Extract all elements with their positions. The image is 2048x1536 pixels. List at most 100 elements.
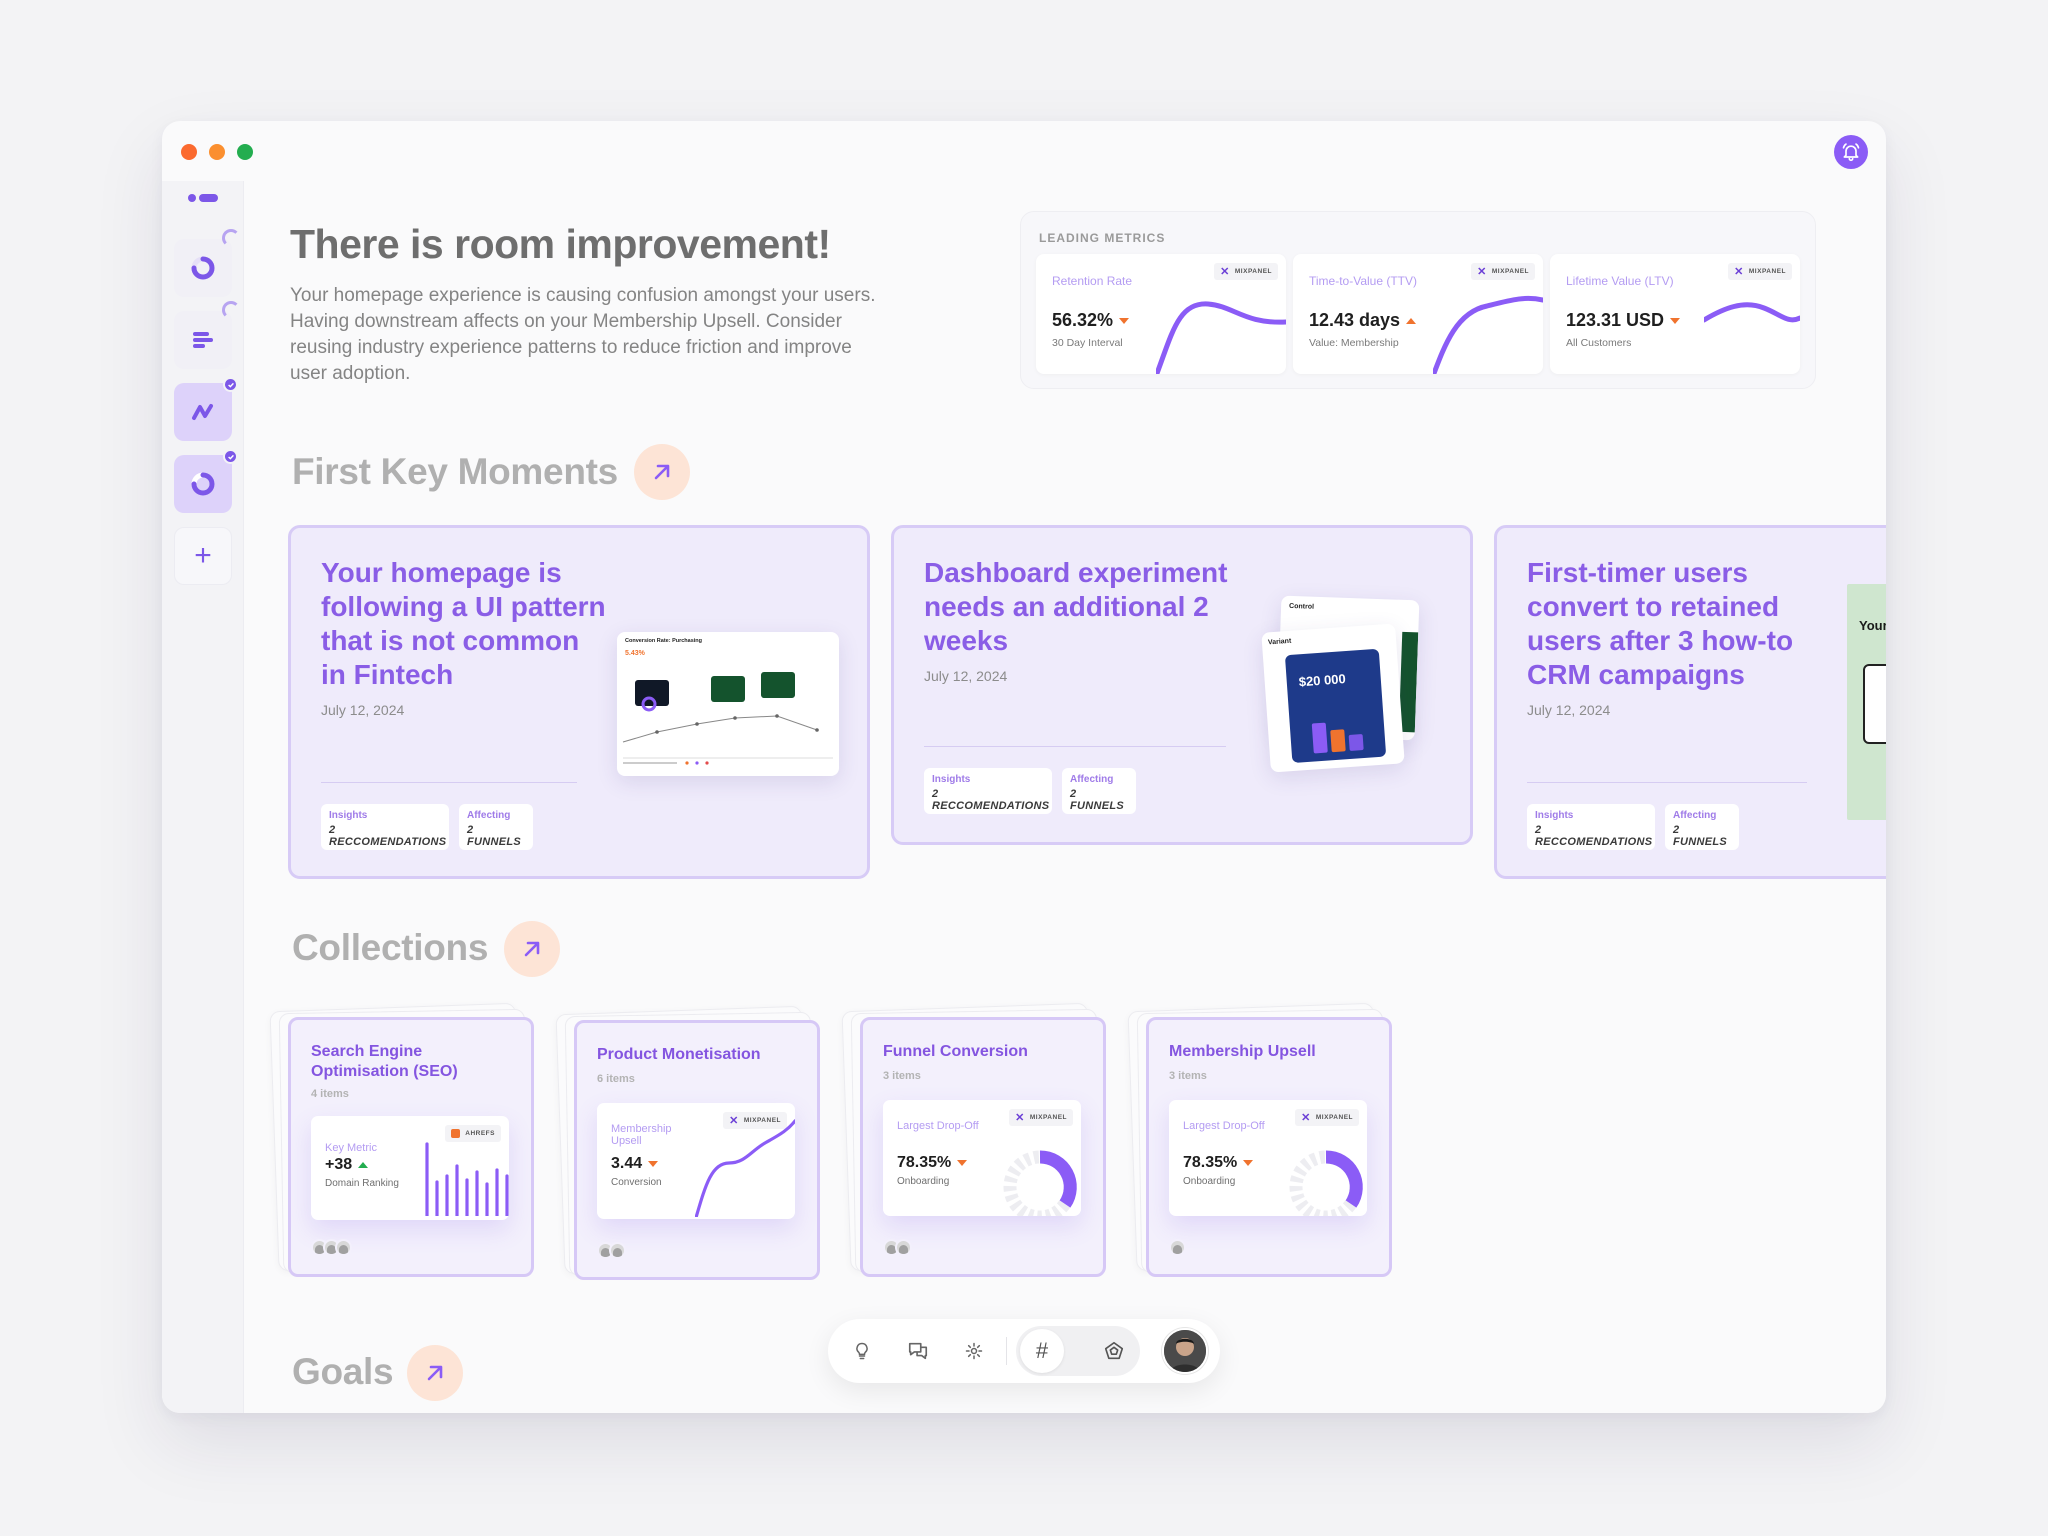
mixpanel-logo-icon: ✕ xyxy=(1015,1112,1025,1124)
notifications-button[interactable] xyxy=(1834,135,1868,169)
insights-chip[interactable]: Insights 2 RECCOMENDATIONS xyxy=(924,768,1052,814)
maximize-window-button[interactable] xyxy=(237,144,253,160)
control-label: Control xyxy=(1288,602,1315,611)
donut-chart-icon xyxy=(191,472,215,496)
conversion-mini-chart xyxy=(622,672,833,765)
window-controls xyxy=(181,144,253,160)
channels-button[interactable]: # xyxy=(1020,1329,1064,1373)
metric-value: 56.32% xyxy=(1052,310,1130,331)
collection-title: Funnel Conversion xyxy=(883,1043,1028,1060)
collaborator-avatars xyxy=(883,1239,912,1256)
check-badge-icon xyxy=(223,377,238,392)
badge-button[interactable] xyxy=(1092,1329,1136,1373)
focus-target-icon xyxy=(965,1342,983,1360)
trend-up-icon xyxy=(358,1161,369,1168)
variant-thumbnail: Variant $20 000 xyxy=(1261,623,1405,773)
lightbulb-icon xyxy=(856,1342,868,1360)
avatar xyxy=(1169,1239,1186,1256)
collection-title: Membership Upsell xyxy=(1169,1043,1316,1060)
collection-card-seo[interactable]: Search Engine Optimisation (SEO) 4 items… xyxy=(269,1002,534,1277)
add-item-button[interactable]: + xyxy=(174,527,232,585)
collection-metric: ✕ MIXPANEL Membership Upsell 3.44 Convers… xyxy=(597,1103,795,1219)
metric-card-ltv[interactable]: ✕ MIXPANEL Lifetime Value (LTV) 123.31 US… xyxy=(1550,254,1800,374)
collection-metric: AHREFS Key Metric +38 Domain Ranking xyxy=(311,1116,509,1220)
affecting-chip[interactable]: Affecting 2 FUNNELS xyxy=(459,804,533,850)
affecting-chip[interactable]: Affecting 2 FUNNELS xyxy=(1062,768,1136,814)
goals-open-button[interactable] xyxy=(407,1345,463,1401)
trend-down-icon xyxy=(1243,1159,1254,1166)
loading-spinner-icon xyxy=(222,301,240,319)
chat-bubbles-icon xyxy=(908,1342,928,1360)
metric-card-ttv[interactable]: ✕ MIXPANEL Time-to-Value (TTV) 12.43 days… xyxy=(1293,254,1543,374)
mixpanel-logo-icon: ✕ xyxy=(1477,266,1487,278)
key-moment-card[interactable]: Your homepage is following a UI pattern … xyxy=(288,525,870,879)
retention-sparkline xyxy=(1156,301,1286,374)
trend-down-icon xyxy=(957,1159,968,1166)
key-moment-date: July 12, 2024 xyxy=(924,668,1008,684)
plus-icon: + xyxy=(194,539,212,572)
collection-card-funnel[interactable]: Funnel Conversion 3 items ✕ MIXPANEL Larg… xyxy=(841,1002,1106,1277)
arrow-up-right-icon xyxy=(427,1365,443,1381)
metric-card-retention[interactable]: ✕ MIXPANEL Retention Rate 56.32% 30 Day I… xyxy=(1036,254,1286,374)
collection-title: Product Monetisation xyxy=(597,1046,761,1063)
sidebar-item-donut[interactable] xyxy=(174,449,238,513)
key-moment-title: Your homepage is following a UI pattern … xyxy=(321,557,606,690)
pentagon-badge-icon xyxy=(1104,1341,1124,1360)
sidebar-item-loading[interactable] xyxy=(174,229,240,297)
insights-chip[interactable]: Insights 2 RECCOMENDATIONS xyxy=(1527,804,1655,850)
arrow-up-right-icon xyxy=(524,941,540,957)
key-moment-date: July 12, 2024 xyxy=(321,702,405,718)
key-moment-title: Dashboard experiment needs an additional… xyxy=(924,557,1228,656)
campaign-title: Your xyxy=(1859,618,1886,633)
comments-button[interactable] xyxy=(896,1329,940,1373)
collections-open-button[interactable] xyxy=(504,921,560,977)
page-title: There is room improvement! xyxy=(290,221,831,267)
trend-down-icon xyxy=(648,1160,659,1167)
ttv-sparkline xyxy=(1433,295,1543,374)
trend-down-icon xyxy=(1670,318,1681,325)
collection-count: 6 items xyxy=(597,1073,635,1085)
divider xyxy=(321,782,577,783)
trend-up-icon xyxy=(1406,318,1417,325)
collection-metric: ✕ MIXPANEL Largest Drop-Off 78.35% Onboar… xyxy=(1169,1100,1367,1216)
focus-button[interactable] xyxy=(952,1329,996,1373)
insights-chip[interactable]: Insights 2 RECCOMENDATIONS xyxy=(321,804,449,850)
metric-subtitle: 30 Day Interval xyxy=(1052,337,1123,349)
metric-label: Lifetime Value (LTV) xyxy=(1566,274,1674,288)
collection-card-monetisation[interactable]: Product Monetisation 6 items ✕ MIXPANEL M… xyxy=(555,1005,820,1280)
hash-icon: # xyxy=(1035,1338,1049,1363)
key-moment-date: July 12, 2024 xyxy=(1527,702,1611,718)
mixpanel-badge: ✕ MIXPANEL xyxy=(1295,1109,1359,1126)
ltv-sparkline xyxy=(1704,302,1800,323)
key-moment-card[interactable]: Dashboard experiment needs an additional… xyxy=(891,525,1473,845)
mixpanel-logo-icon: ✕ xyxy=(1734,266,1744,278)
minimize-window-button[interactable] xyxy=(209,144,225,160)
brand-logo xyxy=(188,194,218,202)
key-moment-title: First-timer users convert to retained us… xyxy=(1527,557,1794,690)
mixpanel-badge: ✕ MIXPANEL xyxy=(1214,263,1278,280)
sidebar-item-bars[interactable] xyxy=(174,301,240,369)
avatar xyxy=(895,1239,912,1256)
user-portrait-icon xyxy=(1164,1330,1206,1372)
check-badge-icon xyxy=(223,449,238,464)
leading-metrics-panel: LEADING METRICS ✕ MIXPANEL Retention Rate… xyxy=(1020,211,1816,389)
ideas-button[interactable] xyxy=(840,1329,884,1373)
section-title-key-moments: First Key Moments xyxy=(292,451,618,492)
key-moment-card[interactable]: First-timer users convert to retained us… xyxy=(1494,525,1886,879)
metric-subtitle: All Customers xyxy=(1566,337,1632,349)
drop-off-gauge xyxy=(1003,1150,1077,1216)
variant-label: Variant xyxy=(1267,637,1292,647)
floating-toolbar: # xyxy=(828,1319,1220,1383)
user-avatar[interactable] xyxy=(1162,1328,1208,1374)
close-window-button[interactable] xyxy=(181,144,197,160)
sidebar-item-trends[interactable] xyxy=(174,377,238,441)
metric-label: Retention Rate xyxy=(1052,274,1133,288)
conversion-chart-thumbnail: Conversion Rate: Purchasing 5.43% xyxy=(617,632,839,776)
monetisation-sparkline xyxy=(695,1119,795,1217)
drop-off-gauge xyxy=(1289,1150,1363,1216)
collection-card-membership[interactable]: Membership Upsell 3 items ✕ MIXPANEL Larg… xyxy=(1127,1002,1392,1277)
key-moments-open-button[interactable] xyxy=(634,444,690,500)
affecting-chip[interactable]: Affecting 2 FUNNELS xyxy=(1665,804,1739,850)
section-title-collections: Collections xyxy=(292,927,489,968)
toolbar-group: # xyxy=(1016,1326,1140,1376)
